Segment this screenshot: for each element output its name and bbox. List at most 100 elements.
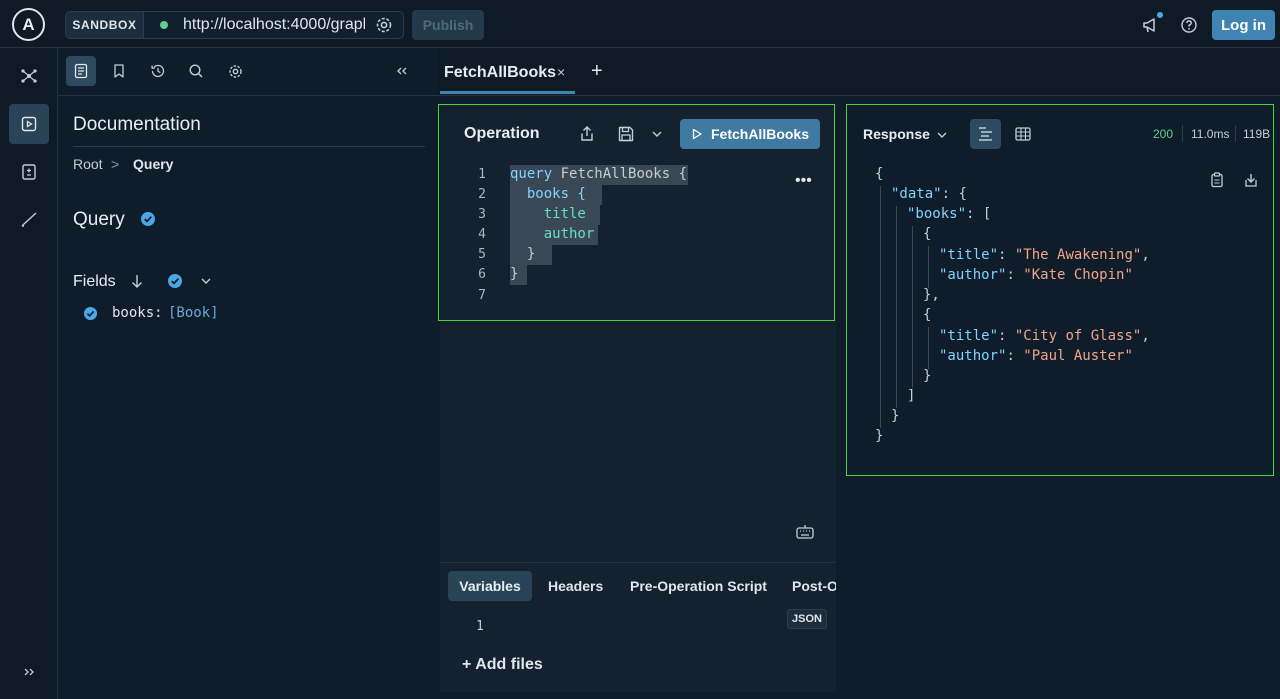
field-type[interactable]: [Book] (168, 305, 219, 321)
response-size: 119B (1243, 127, 1271, 141)
sort-arrow-down-icon[interactable] (129, 273, 145, 289)
table-view-icon[interactable] (1010, 121, 1036, 147)
active-tab-indicator (440, 91, 575, 94)
tab-variables[interactable]: Variables (448, 571, 532, 601)
keyboard-shortcuts-icon[interactable] (795, 523, 815, 541)
code-line[interactable]: books { (510, 186, 586, 202)
indent-guide (928, 327, 929, 369)
add-files-button[interactable]: + Add files (462, 656, 543, 674)
bookmark-icon[interactable] (104, 56, 134, 86)
response-title[interactable]: Response (863, 126, 930, 142)
field-name[interactable]: books: (112, 305, 163, 321)
response-panel-outline (846, 104, 1274, 476)
json-line[interactable]: { (923, 226, 931, 242)
chevron-down-icon[interactable] (935, 128, 949, 142)
docs-tab-icon[interactable] (66, 56, 96, 86)
checks-icon[interactable] (9, 200, 49, 240)
json-line[interactable]: { (923, 307, 931, 323)
line-number: 5 (478, 247, 486, 262)
chevron-down-icon[interactable] (650, 127, 664, 141)
json-line[interactable]: "title": "City of Glass", (939, 328, 1150, 344)
add-tab-button[interactable]: + (591, 60, 603, 83)
search-icon[interactable] (181, 56, 211, 86)
line-number: 6 (478, 267, 486, 282)
share-icon[interactable] (578, 125, 596, 143)
expand-rail-icon[interactable] (9, 652, 49, 692)
divider (1235, 125, 1236, 142)
breadcrumb-separator: > (111, 156, 120, 172)
code-line[interactable]: author (510, 226, 595, 242)
history-icon[interactable] (143, 56, 173, 86)
json-line[interactable]: "title": "The Awakening", (939, 247, 1150, 263)
json-line[interactable]: } (923, 368, 931, 384)
connection-status-icon (160, 21, 168, 29)
json-line[interactable]: "author": "Paul Auster" (939, 348, 1133, 364)
settings-icon[interactable] (220, 56, 250, 86)
fields-label: Fields (73, 273, 116, 290)
indent-guide (912, 226, 913, 388)
tab-pre-operation-script[interactable]: Pre-Operation Script (630, 578, 767, 594)
apollo-logo[interactable]: A (12, 8, 45, 41)
endpoint-url[interactable]: http://localhost:4000/graphql (183, 16, 365, 36)
code-line[interactable]: title (510, 206, 586, 222)
line-number: 4 (478, 227, 486, 242)
diff-icon[interactable] (9, 152, 49, 192)
format-view-icon[interactable] (970, 119, 1001, 149)
divider (73, 146, 425, 147)
chevron-down-icon[interactable] (199, 274, 213, 288)
code-line[interactable]: } (510, 266, 518, 282)
nav-rail (0, 48, 58, 699)
json-line[interactable]: "data": { (891, 186, 967, 202)
operation-title: Operation (464, 125, 540, 142)
divider (1182, 125, 1183, 142)
tab-post-operation-script[interactable]: Post-O (792, 578, 836, 594)
code-line[interactable]: query FetchAllBooks { (510, 166, 687, 182)
tab-fetchallbooks[interactable]: FetchAllBooks (444, 64, 556, 82)
download-icon[interactable] (1242, 171, 1260, 189)
tab-close-icon[interactable]: × (557, 64, 565, 80)
help-icon[interactable] (1180, 16, 1198, 34)
line-number: 1 (476, 619, 484, 634)
save-icon[interactable] (617, 125, 635, 143)
tab-headers[interactable]: Headers (548, 578, 603, 594)
json-line[interactable]: ] (907, 388, 915, 404)
breadcrumb-root[interactable]: Root (73, 156, 103, 172)
line-number: 1 (478, 167, 486, 182)
check-circle-icon[interactable] (167, 273, 183, 289)
run-operation-label: FetchAllBooks (710, 126, 809, 142)
json-line[interactable]: { (875, 166, 883, 182)
json-line[interactable]: } (891, 408, 899, 424)
copy-icon[interactable] (1208, 171, 1226, 189)
json-line[interactable]: }, (923, 287, 940, 303)
json-format-badge[interactable]: JSON (787, 609, 827, 629)
more-options-icon[interactable]: ••• (795, 172, 812, 190)
publish-button[interactable]: Publish (412, 10, 484, 40)
documentation-title: Documentation (73, 114, 201, 135)
operation-panel (440, 104, 836, 692)
explorer-icon[interactable] (9, 104, 49, 144)
login-button[interactable]: Log in (1212, 10, 1275, 40)
divider (440, 562, 836, 563)
sandbox-badge: SANDBOX (66, 12, 144, 38)
indent-guide (928, 246, 929, 288)
play-icon (692, 128, 702, 140)
notification-dot (1157, 12, 1163, 18)
json-line[interactable]: } (875, 428, 883, 444)
field-check-icon[interactable] (83, 306, 98, 321)
endpoint-settings-icon[interactable] (374, 15, 394, 35)
json-line[interactable]: "author": "Kate Chopin" (939, 267, 1133, 283)
json-line[interactable]: "books": [ (907, 206, 991, 222)
code-line[interactable]: } (510, 246, 535, 262)
status-code: 200 (1153, 127, 1174, 141)
line-number: 3 (478, 207, 486, 222)
response-duration: 11.0ms (1191, 127, 1230, 141)
line-number: 2 (478, 187, 486, 202)
divider (58, 95, 438, 96)
indent-guide (896, 206, 897, 408)
run-operation-button[interactable]: FetchAllBooks (680, 119, 820, 149)
schema-graph-icon[interactable] (9, 56, 49, 96)
collapse-panel-icon[interactable] (387, 56, 417, 86)
indent-guide (880, 186, 881, 428)
line-number: 7 (478, 288, 486, 303)
check-circle-icon[interactable] (140, 211, 156, 227)
